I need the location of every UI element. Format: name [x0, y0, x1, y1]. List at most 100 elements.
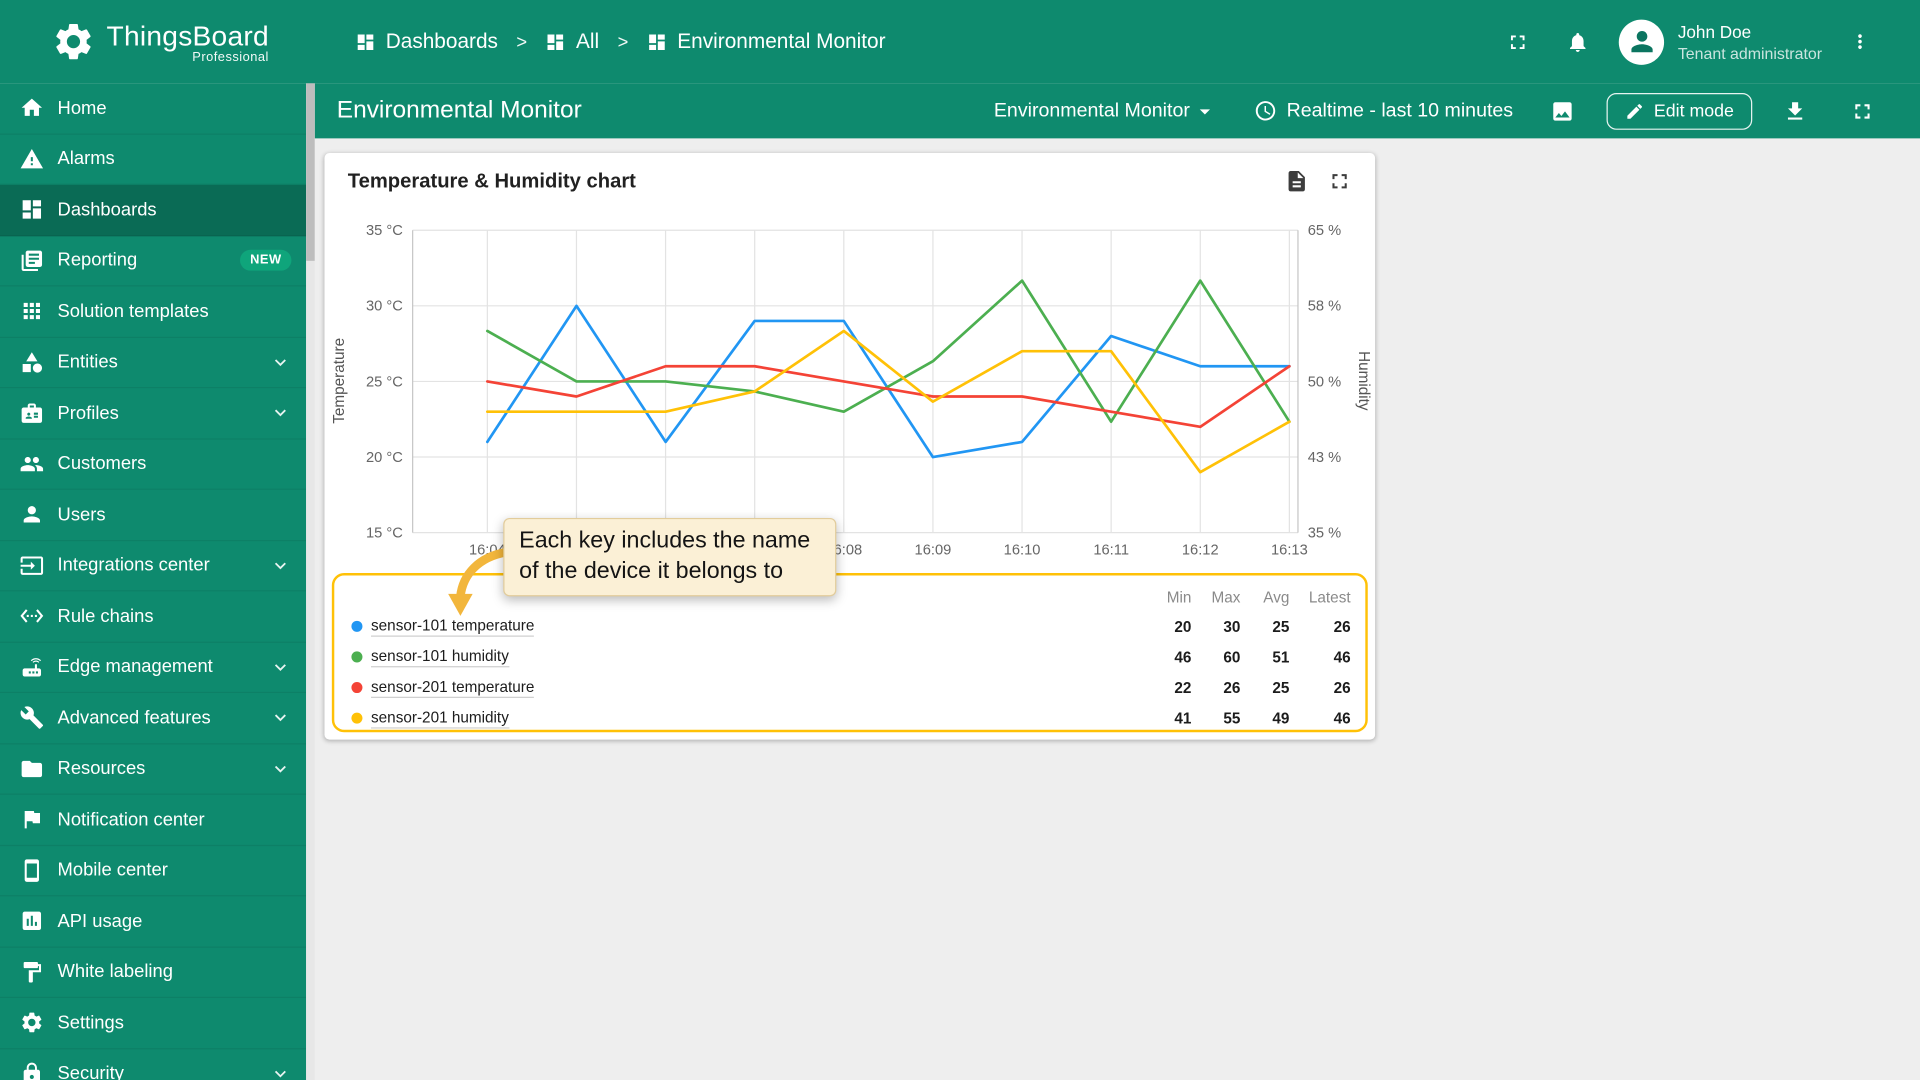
dashboard-title: Environmental Monitor — [336, 96, 582, 124]
edit-mode-label: Edit mode — [1653, 101, 1734, 121]
sidebar-item-integrations-center[interactable]: Integrations center — [0, 541, 307, 592]
apps-icon — [20, 299, 44, 323]
svg-text:20 °C: 20 °C — [366, 450, 403, 466]
customers-icon — [20, 452, 44, 476]
breadcrumb-item-dashboards[interactable]: Dashboards — [355, 29, 498, 53]
sidebar-item-rule-chains[interactable]: Rule chains — [0, 591, 307, 643]
legend-value-latest: 26 — [1333, 617, 1351, 635]
legend-value-avg: 25 — [1272, 617, 1290, 635]
widget-fullscreen-button[interactable] — [1327, 169, 1351, 193]
legend-value-latest: 46 — [1333, 648, 1351, 666]
breadcrumb-item-all[interactable]: All — [545, 29, 599, 53]
legend-value-avg: 51 — [1272, 648, 1290, 666]
sidebar-item-advanced-features[interactable]: Advanced features — [0, 693, 307, 744]
header-actions: John Doe Tenant administrator — [1506, 0, 1871, 83]
legend-key-label: sensor-101 humidity — [371, 647, 509, 667]
svg-text:16:11: 16:11 — [1093, 543, 1129, 559]
breadcrumb-item-environmental-monitor[interactable]: Environmental Monitor — [647, 29, 886, 53]
series-color-dot — [351, 682, 363, 694]
sidebar-item-label: Solution templates — [57, 300, 209, 322]
sidebar-item-white-labeling[interactable]: White labeling — [0, 947, 307, 998]
sidebar-item-label: Resources — [57, 758, 146, 780]
sidebar-item-settings[interactable]: Settings — [0, 998, 307, 1049]
legend-value-min: 41 — [1174, 709, 1192, 727]
chart-box-icon — [20, 909, 44, 933]
sidebar-item-label: Security — [57, 1063, 124, 1080]
dashboard-fullscreen-button[interactable] — [1850, 99, 1874, 123]
widget-header: Temperature & Humidity chart — [324, 153, 1375, 209]
legend-key-toggle[interactable]: sensor-101 humidity — [351, 647, 1142, 667]
notifications-button[interactable] — [1566, 30, 1589, 53]
legend-value-max: 60 — [1223, 648, 1241, 666]
breadcrumb-label: Environmental Monitor — [677, 29, 886, 53]
dashboard-canvas: Temperature & Humidity chart 35 °C 65 % 30… — [314, 138, 1920, 1080]
sidebar-item-resources[interactable]: Resources — [0, 744, 307, 795]
download-button[interactable] — [1783, 99, 1807, 123]
sidebar-item-label: White labeling — [57, 961, 173, 983]
sidebar-item-reporting[interactable]: Reporting NEW — [0, 236, 307, 287]
export-widget-data-button[interactable] — [1284, 169, 1308, 193]
sidebar-item-label: Advanced features — [57, 707, 211, 729]
chart-widget-card: Temperature & Humidity chart 35 °C 65 % 30… — [324, 153, 1376, 740]
profiles-icon — [20, 401, 44, 425]
sidebar-item-alarms[interactable]: Alarms — [0, 134, 307, 185]
sidebar-scrollbar-thumb[interactable] — [306, 83, 315, 261]
sidebar-item-api-usage[interactable]: API usage — [0, 896, 307, 948]
logo-text: ThingsBoard Professional — [107, 19, 269, 64]
sidebar-item-mobile-center[interactable]: Mobile center — [0, 846, 307, 897]
sidebar-item-profiles[interactable]: Profiles — [0, 388, 307, 439]
thingsboard-logo[interactable]: ThingsBoard Professional — [51, 19, 269, 64]
sidebar-item-label: Users — [57, 504, 106, 525]
sidebar-item-notification-center[interactable]: Notification center — [0, 795, 307, 846]
more-menu-button[interactable] — [1849, 31, 1871, 53]
legend-key-toggle[interactable]: sensor-101 temperature — [351, 617, 1142, 637]
sidebar-scrollbar[interactable] — [306, 83, 315, 1080]
dashboard-state-selector[interactable]: Environmental Monitor — [994, 99, 1217, 123]
edit-mode-button[interactable]: Edit mode — [1606, 92, 1753, 130]
sidebar-item-users[interactable]: Users — [0, 490, 307, 541]
legend-value-min: 20 — [1174, 617, 1192, 635]
sidebar-item-edge-management[interactable]: Edge management — [0, 642, 307, 694]
user-name: John Doe — [1677, 21, 1752, 42]
legend-column-min: Min — [1166, 588, 1192, 606]
sidebar-item-customers[interactable]: Customers — [0, 439, 307, 490]
image-gallery-button[interactable] — [1550, 99, 1574, 123]
series-color-dot — [351, 620, 363, 632]
sidebar-item-entities[interactable]: Entities — [0, 337, 307, 389]
svg-text:15 °C: 15 °C — [366, 526, 403, 542]
sidebar-item-solution-templates[interactable]: Solution templates — [0, 287, 307, 338]
sidebar-item-label: Alarms — [57, 148, 115, 170]
user-role: Tenant administrator — [1677, 43, 1823, 62]
mobile-icon — [20, 858, 44, 882]
sidebar-item-label: Entities — [57, 351, 118, 373]
pencil-icon — [1625, 101, 1645, 121]
fullscreen-button[interactable] — [1506, 30, 1529, 53]
sidebar-nav: Home Alarms Dashboards Reporting NEW Solution… — [0, 83, 307, 1080]
chevron-down-icon — [269, 402, 291, 424]
integrations-icon — [20, 553, 44, 577]
chevron-down-icon — [269, 1063, 291, 1080]
sidebar-item-label: Dashboards — [57, 199, 157, 221]
legend-key-toggle[interactable]: sensor-201 humidity — [351, 708, 1142, 728]
chevron-down-icon — [269, 351, 291, 373]
avatar[interactable] — [1619, 18, 1665, 65]
sidebar-item-dashboards[interactable]: Dashboards — [0, 184, 307, 236]
timewindow-button[interactable]: Realtime - last 10 minutes — [1254, 99, 1513, 122]
legend-row-sensor-101-humidity: sensor-101 humidity 46 60 51 46 — [334, 642, 1365, 673]
legend-value-latest: 26 — [1333, 678, 1351, 697]
flag-icon — [20, 807, 44, 831]
sidebar-item-label: Mobile center — [57, 859, 168, 881]
svg-text:35 °C: 35 °C — [366, 223, 403, 239]
svg-text:58 %: 58 % — [1308, 299, 1341, 315]
dashboard-toolbar: Environmental Monitor Environmental Moni… — [314, 83, 1920, 139]
user-info[interactable]: John Doe Tenant administrator — [1678, 20, 1822, 63]
app-viewport: ThingsBoard Professional Dashboards > All >… — [0, 0, 1920, 1080]
edge-icon — [20, 655, 44, 679]
legend-key-label: sensor-101 temperature — [371, 617, 535, 637]
legend-key-toggle[interactable]: sensor-201 temperature — [351, 678, 1142, 698]
widget-title: Temperature & Humidity chart — [347, 169, 636, 192]
sidebar-item-home[interactable]: Home — [0, 83, 307, 135]
top-header: ThingsBoard Professional Dashboards > All >… — [0, 0, 1920, 84]
sidebar-item-label: Rule chains — [57, 605, 154, 627]
sidebar-item-security[interactable]: Security — [0, 1049, 306, 1080]
